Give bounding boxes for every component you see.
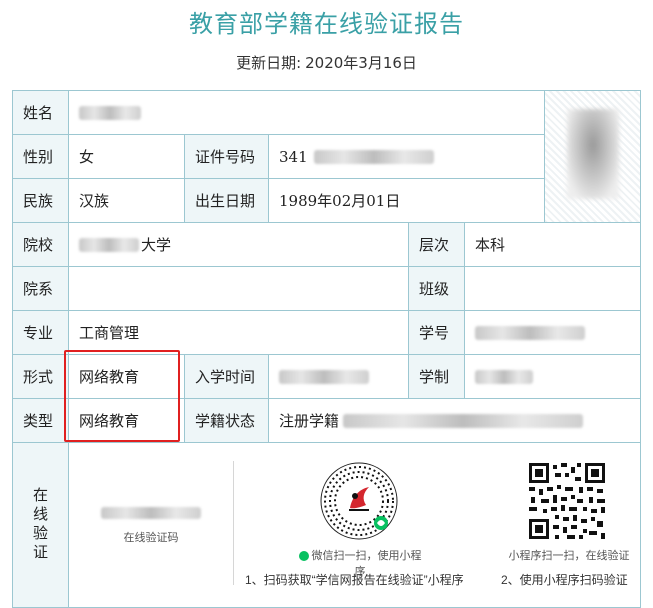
status-value: 注册学籍 [269,399,641,443]
gender-value: 女 [69,135,185,179]
verify-code-block: 在线验证码 [69,463,233,583]
photo-redacted [567,109,619,199]
name-value [69,91,545,135]
verify-label: 在线验证 [13,443,69,608]
id-value-prefix: 341 [279,147,308,166]
gender-label: 性别 [13,135,69,179]
status-label: 学籍状态 [185,399,269,443]
update-date-label: 更新日期: [236,54,302,72]
highlight-box [64,350,180,442]
student-no-value [465,311,641,355]
dept-label: 院系 [13,267,69,311]
wechat-mini-program-icon [319,461,399,541]
duration-label: 学制 [409,355,465,399]
enroll-value [269,355,409,399]
verify-step-2: 2、使用小程序扫码验证 [501,573,628,587]
ethnicity-label: 民族 [13,179,69,223]
school-value-suffix: 大学 [141,236,172,254]
major-value: 工商管理 [69,311,409,355]
dept-value [69,267,409,311]
name-label: 姓名 [13,91,69,135]
birth-label: 出生日期 [185,179,269,223]
duration-redacted [475,369,533,384]
student-no-redacted [475,325,585,340]
enroll-redacted [279,369,369,384]
class-value [465,267,641,311]
qr-code-icon [527,461,607,541]
update-date-line: 更新日期: 2020年3月16日 [0,52,653,73]
type-label: 类型 [13,399,69,443]
verify-code-caption: 在线验证码 [123,532,179,544]
wechat-small-icon [298,551,309,562]
form-label: 形式 [13,355,69,399]
ethnicity-value: 汉族 [69,179,185,223]
verify-code-redacted [101,507,201,519]
status-redacted [343,413,584,428]
school-label: 院校 [13,223,69,267]
verify-divider [233,461,234,585]
verify-panel: 在线验证码 微信扫一扫，使用小程序 小程序扫一扫，在线验证 1、扫码获取“学信网… [69,443,641,608]
level-label: 层次 [409,223,465,267]
report-title: 教育部学籍在线验证报告 [189,10,464,38]
major-label: 专业 [13,311,69,355]
name-redacted [79,105,141,120]
status-value-text: 注册学籍 [279,412,340,430]
school-redacted [79,237,139,252]
student-record-table: 姓名 性别 女 证件号码 341 民族 汉族 出生日期 1989年02月01日 … [12,90,641,608]
id-value: 341 [269,135,545,179]
student-photo [545,91,641,223]
verify-step-1: 1、扫码获取“学信网报告在线验证”小程序 [245,573,464,587]
id-label: 证件号码 [185,135,269,179]
update-date-value: 2020年3月16日 [305,54,417,72]
enroll-label: 入学时间 [185,355,269,399]
student-no-label: 学号 [409,311,465,355]
school-value: 大学 [69,223,409,267]
level-value: 本科 [465,223,641,267]
birth-value: 1989年02月01日 [269,179,545,223]
id-redacted [313,149,434,164]
duration-value [465,355,641,399]
class-label: 班级 [409,267,465,311]
mini-program-caption: 小程序扫一扫，在线验证 [508,550,630,562]
